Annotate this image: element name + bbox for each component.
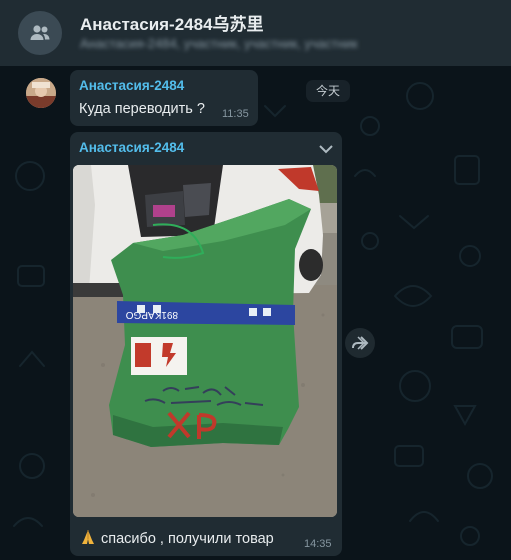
chevron-down-icon[interactable] (318, 143, 334, 155)
chat-title[interactable]: Анастасия-2484乌苏里 (80, 10, 264, 35)
image-caption: спасибо , получили товар (79, 528, 274, 547)
date-divider: 今天 (306, 80, 351, 102)
image-message-bubble[interactable]: Анастасия-2484 891KAPGO спасибо , получи… (70, 132, 342, 556)
sender-name[interactable]: Анастасия-2484 (79, 78, 184, 93)
chat-participants[interactable]: Анастасия-2484, участник, участник, учас… (80, 36, 410, 52)
message-photo[interactable]: 891KAPGO (73, 165, 337, 517)
forward-icon (352, 336, 369, 350)
forward-button[interactable] (345, 328, 375, 358)
pray-emoji-icon (82, 530, 94, 544)
message-bubble[interactable]: Анастасия-2484 Куда переводить ? 11:35 (70, 70, 258, 126)
message-time: 14:35 (304, 538, 332, 550)
sender-avatar[interactable] (26, 78, 56, 108)
sender-name[interactable]: Анастасия-2484 (79, 140, 184, 155)
group-icon (30, 25, 50, 40)
message-time: 11:35 (222, 108, 249, 120)
chat-header[interactable]: Анастасия-2484乌苏里 Анастасия-2484, участн… (0, 0, 511, 66)
bag-label: 891KAPGO (126, 309, 178, 320)
message-text: Куда переводить ? (79, 101, 205, 117)
avatar-photo (26, 78, 56, 108)
message-list[interactable]: Анастасия-2484 Куда переводить ? 11:35 今… (0, 66, 511, 560)
group-avatar[interactable] (18, 11, 62, 55)
caption-text: спасибо , получили товар (101, 531, 274, 547)
